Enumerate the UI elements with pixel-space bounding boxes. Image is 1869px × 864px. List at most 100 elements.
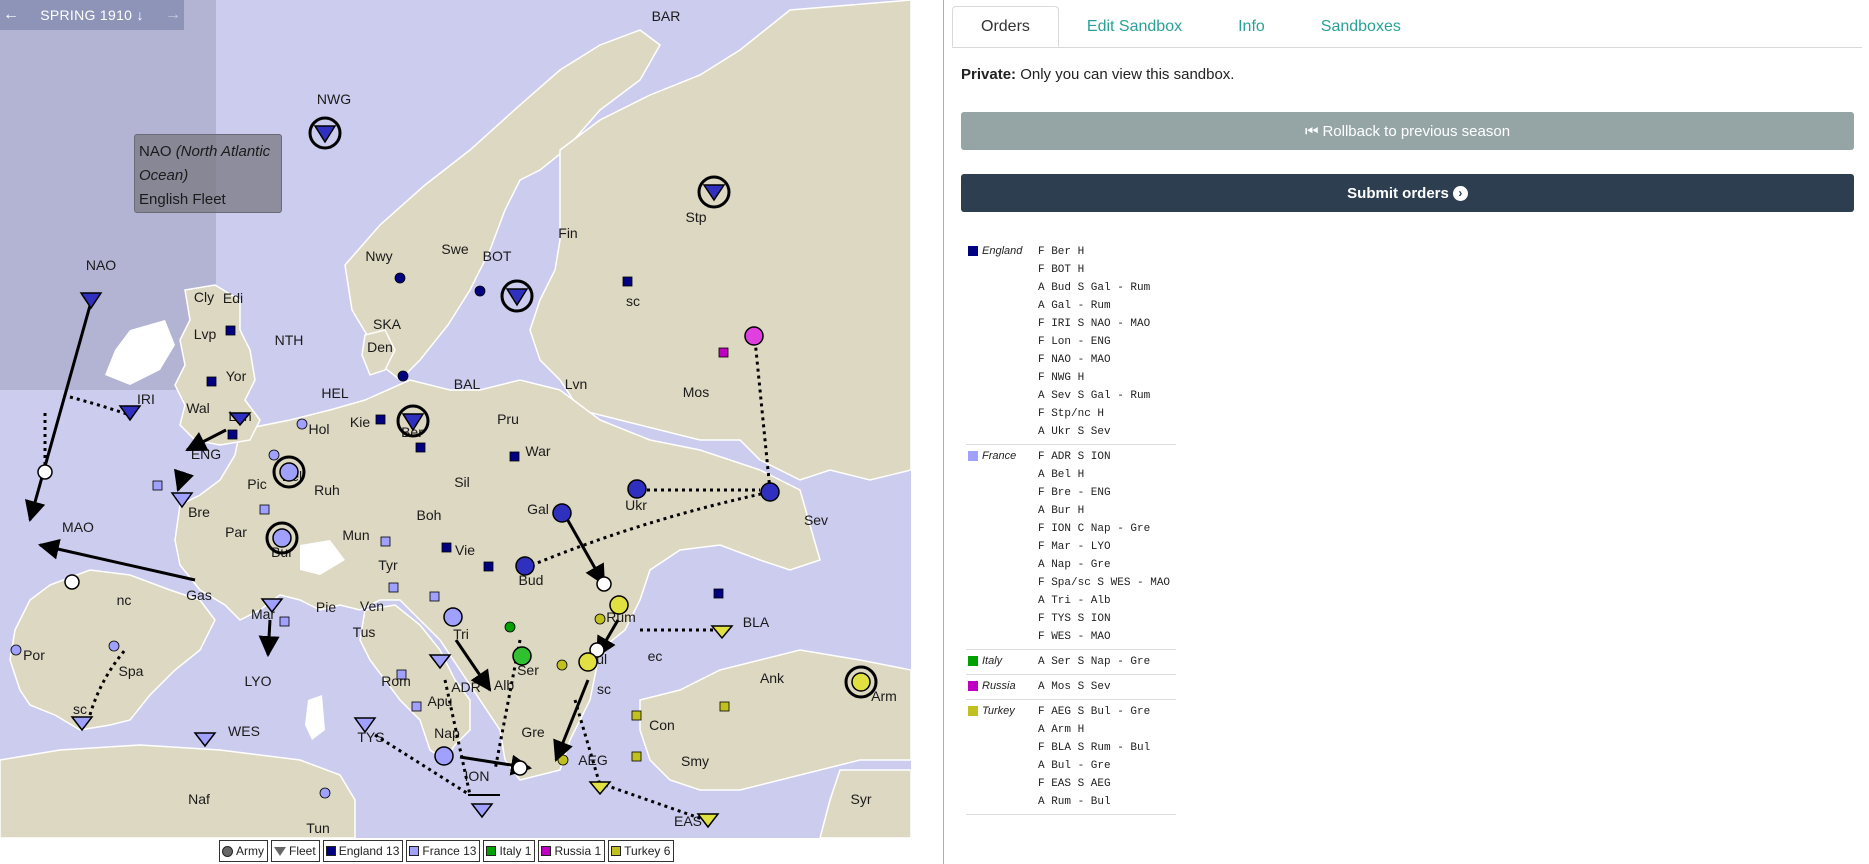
province-label-pru-35[interactable]: Pru	[497, 411, 519, 427]
tab-info[interactable]: Info	[1210, 6, 1293, 47]
province-label-lvn-31[interactable]: Lvn	[565, 376, 588, 392]
province-label-pic-16[interactable]: Pic	[247, 476, 266, 492]
nation-label: Italy	[982, 655, 1003, 667]
tab-edit-sandbox[interactable]: Edit Sandbox	[1059, 6, 1210, 47]
next-season-icon[interactable]: →	[162, 6, 184, 24]
province-label-tyr-44[interactable]: Tyr	[378, 557, 398, 573]
army-england-gal[interactable]	[552, 503, 572, 523]
province-label-wes-70[interactable]: WES	[228, 723, 260, 739]
army-england-sev[interactable]	[760, 482, 780, 502]
season-label[interactable]: SPRING 1910 ↓	[22, 7, 162, 23]
province-label-gre-69[interactable]: Gre	[521, 724, 545, 740]
province-label-vie-42[interactable]: Vie	[455, 542, 475, 558]
province-label-tun-79[interactable]: Tun	[306, 820, 330, 836]
tab-sandboxes[interactable]: Sandboxes	[1293, 6, 1429, 47]
army-england-bud[interactable]	[515, 556, 535, 576]
province-label-tus-56[interactable]: Tus	[353, 624, 376, 640]
province-label-tys-71[interactable]: TYS	[357, 729, 384, 745]
province-label-adr-63[interactable]: ADR	[451, 679, 481, 695]
province-label-sev-41[interactable]: Sev	[804, 512, 828, 528]
province-label-sc-33[interactable]: sc	[626, 293, 640, 309]
province-label-wal-9[interactable]: Wal	[186, 400, 210, 416]
supply-center-hol	[296, 418, 308, 430]
province-label-ruh-17[interactable]: Ruh	[314, 482, 340, 498]
province-label-hol-13[interactable]: Hol	[308, 421, 329, 437]
army-england-ukr[interactable]	[627, 479, 647, 499]
province-label-bla-52[interactable]: BLA	[743, 614, 770, 630]
province-label-nwg-1[interactable]: NWG	[317, 91, 351, 107]
province-label-mos-32[interactable]: Mos	[683, 384, 709, 400]
province-label-ion-75[interactable]: ION	[465, 768, 490, 784]
province-label-iri-8[interactable]: IRI	[137, 391, 155, 407]
prev-season-icon[interactable]: ←	[0, 6, 22, 24]
province-label-sc-60[interactable]: sc	[73, 701, 87, 717]
map-svg[interactable]: BARNWGNAOClyEdiLvpNTHYorIRIWalLonENGHELH…	[0, 0, 911, 838]
province-label-yor-7[interactable]: Yor	[226, 368, 247, 384]
province-label-ven-49[interactable]: Ven	[360, 598, 384, 614]
province-label-den-29[interactable]: Den	[367, 339, 393, 355]
province-label-edi-4[interactable]: Edi	[223, 290, 243, 306]
province-label-bal-30[interactable]: BAL	[454, 376, 481, 392]
province-label-spa-59[interactable]: Spa	[119, 663, 144, 679]
province-label-stp-27[interactable]: Stp	[685, 209, 706, 225]
province-label-ank-66[interactable]: Ank	[760, 670, 785, 686]
province-label-sil-37[interactable]: Sil	[454, 474, 470, 490]
province-label-bar-0[interactable]: BAR	[652, 8, 681, 24]
province-label-nc-46[interactable]: nc	[117, 592, 132, 608]
province-label-syr-77[interactable]: Syr	[851, 791, 872, 807]
province-label-con-68[interactable]: Con	[649, 717, 675, 733]
province-label-smy-74[interactable]: Smy	[681, 753, 709, 769]
province-label-cly-3[interactable]: Cly	[194, 289, 214, 305]
province-label-nao-2[interactable]: NAO	[86, 257, 116, 273]
province-label-par-19[interactable]: Par	[225, 524, 247, 540]
province-label-swe-24[interactable]: Swe	[441, 241, 468, 257]
province-label-bre-18[interactable]: Bre	[188, 504, 210, 520]
province-label-ukr-40[interactable]: Ukr	[625, 497, 647, 513]
army-france-bur[interactable]	[272, 528, 292, 548]
province-label-mao-21[interactable]: MAO	[62, 519, 94, 535]
province-label-fin-26[interactable]: Fin	[558, 225, 577, 241]
province-label-eas-78[interactable]: EAS	[674, 813, 702, 829]
army-france-nap[interactable]	[434, 746, 454, 766]
army-italy-ser[interactable]	[512, 646, 532, 666]
province-label-tri-50[interactable]: Tri	[453, 626, 469, 642]
tab-orders[interactable]: Orders	[952, 6, 1059, 47]
province-label-war-36[interactable]: War	[525, 443, 550, 459]
province-label-ec-54[interactable]: ec	[648, 648, 663, 664]
province-label-lvp-5[interactable]: Lvp	[194, 326, 217, 342]
nation-swatch-icon	[409, 846, 420, 856]
province-label-aeg-73[interactable]: AEG	[578, 752, 608, 768]
province-label-ska-28[interactable]: SKA	[373, 316, 402, 332]
province-label-nap-72[interactable]: Nap	[434, 725, 460, 741]
nation-orders-france: France F ADR S ION A Bel H F Bre - ENG A Bur…	[966, 445, 1176, 650]
nation-swatch-icon	[486, 846, 497, 856]
army-france-bel[interactable]	[279, 462, 299, 482]
province-label-kie-14[interactable]: Kie	[350, 414, 370, 430]
rollback-button[interactable]: ⏮ Rollback to previous season	[961, 112, 1854, 150]
army-turkey-rum[interactable]	[609, 595, 629, 615]
legend-label: Army	[236, 844, 264, 858]
province-label-boh-38[interactable]: Boh	[417, 507, 442, 523]
province-label-lyo-61[interactable]: LYO	[245, 673, 272, 689]
province-label-gal-39[interactable]: Gal	[527, 501, 549, 517]
order-lines-list: A Ser S Nap - Gre	[1038, 653, 1150, 671]
province-label-gas-45[interactable]: Gas	[186, 587, 212, 603]
army-russia-mos[interactable]	[744, 326, 764, 346]
supply-center-stp	[622, 276, 633, 287]
sandbox-panel: Orders Edit Sandbox Info Sandboxes Priva…	[943, 0, 1869, 864]
province-label-bot-25[interactable]: BOT	[483, 248, 512, 264]
province-label-nwy-23[interactable]: Nwy	[365, 248, 392, 264]
province-label-nth-6[interactable]: NTH	[275, 332, 304, 348]
province-label-hel-12[interactable]: HEL	[321, 385, 348, 401]
province-label-por-58[interactable]: Por	[23, 647, 45, 663]
army-france-tri[interactable]	[443, 607, 463, 627]
province-label-eng-11[interactable]: ENG	[191, 446, 221, 462]
province-label-sc-55[interactable]: sc	[597, 681, 611, 697]
province-label-naf-76[interactable]: Naf	[188, 791, 210, 807]
army-turkey-bul[interactable]	[578, 652, 598, 672]
army-turkey-arm[interactable]	[851, 672, 871, 692]
submit-orders-button[interactable]: Submit orders ›	[961, 174, 1854, 212]
province-label-pie-48[interactable]: Pie	[316, 599, 336, 615]
diplomacy-map[interactable]: BARNWGNAOClyEdiLvpNTHYorIRIWalLonENGHELH…	[0, 0, 911, 838]
province-label-mun-22[interactable]: Mun	[342, 527, 369, 543]
